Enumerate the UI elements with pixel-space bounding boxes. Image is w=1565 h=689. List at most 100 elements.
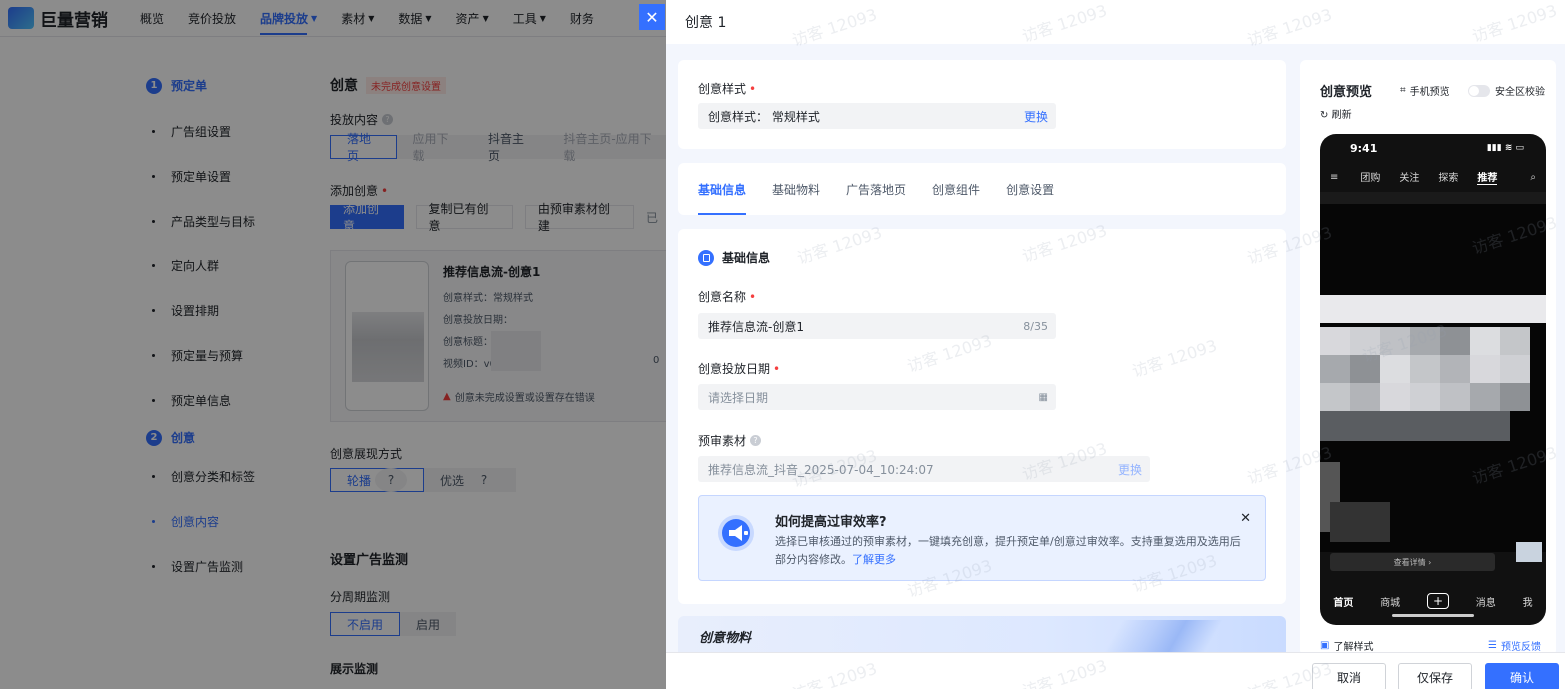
materials-title: 创意物料 [699, 631, 752, 646]
basic-info-panel: 基础信息 创意名称 • 推荐信息流-创意1 8/35 创意投放日期 • 请选择日期 … [678, 229, 1286, 604]
menu-icon: ≡ [1330, 171, 1339, 183]
change-material-link[interactable]: 更换 [1118, 461, 1142, 478]
mosaic-block [1500, 383, 1530, 411]
view-detail-button[interactable]: 查看详情 › [1330, 553, 1495, 571]
drawer-tab[interactable]: 广告落地页 [838, 163, 914, 215]
cancel-button[interactable]: 取消 [1312, 663, 1386, 689]
home-indicator [1392, 614, 1474, 617]
mosaic-block [1320, 411, 1510, 441]
phone-nav-item[interactable]: 消息 [1476, 594, 1496, 609]
drawer-tab[interactable]: 创意设置 [998, 163, 1062, 215]
mosaic-block [1440, 383, 1470, 411]
decoration [1086, 620, 1246, 656]
phone-bottom-nav: 首页 商城 + 消息 我 [1320, 584, 1546, 618]
mosaic-block [1320, 327, 1350, 355]
date-placeholder: 请选择日期 [708, 390, 769, 405]
style-label: 创意样式 • [698, 81, 757, 97]
phone-tab[interactable]: 推荐 [1477, 169, 1498, 185]
close-icon: ✕ [645, 7, 659, 27]
drawer-tab[interactable]: 基础物料 [764, 163, 828, 215]
material-value: 推荐信息流_抖音_2025-07-04_10:24:07 [708, 462, 934, 477]
calendar-icon: ▦ [1038, 391, 1048, 403]
learn-more-link[interactable]: 了解更多 [852, 553, 896, 566]
toggle-switch[interactable] [1468, 84, 1490, 97]
date-picker[interactable]: 请选择日期 ▦ [698, 384, 1056, 410]
mosaic-block [1516, 542, 1542, 562]
mosaic-block [1410, 355, 1440, 383]
phone-preview: 9:41 ▮▮▮ ≋ ▭ ≡ 团购 关注 探索 推荐 ⌕ 查看详情 › 首页 商城 + 消息… [1320, 134, 1546, 625]
mosaic-block [1380, 383, 1410, 411]
date-label-text: 创意投放日期 [698, 362, 771, 376]
mobile-preview-button[interactable]: ⌗ 手机预览 [1400, 83, 1450, 98]
preview-title: 创意预览 [1320, 85, 1373, 100]
app-root: 巨量营销 概览 竞价投放 品牌投放 ▼ 素材 ▼ 数据 ▼ 资产 ▼ 工具 ▼ 财务 1 预定单 广告组… [0, 0, 1565, 689]
name-label-text: 创意名称 [698, 290, 747, 304]
style-field[interactable]: 创意样式： 常规样式 更换 [698, 103, 1056, 129]
phone-tab[interactable]: 团购 [1360, 169, 1380, 185]
learn-style-label: 了解样式 [1333, 642, 1374, 653]
mosaic-block [1440, 327, 1470, 355]
refresh-icon: ↻ [1320, 110, 1329, 121]
material-label: 预审素材 ? [698, 432, 762, 449]
document-icon [698, 249, 714, 266]
preview-panel: 创意预览 ⌗ 手机预览 安全区校验 ↻ 刷新 9:41 ▮▮▮ ≋ ▭ ≡ 团购… [1300, 60, 1556, 656]
materials-header: 创意物料 [678, 616, 1286, 656]
tip-close-button[interactable]: ✕ [1240, 511, 1251, 526]
name-label: 创意名称 • [698, 289, 757, 305]
qr-icon: ⌗ [1400, 85, 1406, 96]
material-field[interactable]: 推荐信息流_抖音_2025-07-04_10:24:07 更换 [698, 456, 1150, 482]
close-drawer-button[interactable]: ✕ [639, 4, 665, 30]
phone-nav-item[interactable]: 首页 [1333, 594, 1353, 609]
mosaic-block [1500, 327, 1530, 355]
mosaic-block [1500, 355, 1530, 383]
phone-nav-item[interactable]: 商城 [1380, 594, 1400, 609]
feedback-icon: ☰ [1488, 640, 1497, 651]
phone-nav-item[interactable]: 我 [1523, 594, 1533, 609]
phone-tab[interactable]: 探索 [1438, 169, 1458, 185]
feedback-link[interactable]: ☰ 预览反馈 [1488, 638, 1541, 653]
learn-style-link[interactable]: ▣ 了解样式 [1320, 638, 1373, 653]
feedback-label: 预览反馈 [1500, 642, 1541, 653]
name-count: 8/35 [1023, 319, 1048, 333]
basic-info-heading: 基础信息 [698, 249, 770, 266]
drawer-tabs: 基础信息 基础物料 广告落地页 创意组件 创意设置 [690, 163, 1072, 215]
creative-drawer: 创意 1 创意样式 • 创意样式： 常规样式 更换 基础信息 基础物料 广告落地页 创意… [666, 0, 1565, 689]
drawer-tab[interactable]: 创意组件 [924, 163, 988, 215]
mosaic-block [1350, 327, 1380, 355]
modal-overlay[interactable] [0, 0, 666, 689]
phone-tabs: ≡ 团购 关注 探索 推荐 ⌕ [1320, 164, 1546, 190]
name-input[interactable]: 推荐信息流-创意1 8/35 [698, 313, 1056, 339]
save-only-button[interactable]: 仅保存 [1398, 663, 1472, 689]
mosaic-block [1470, 355, 1500, 383]
mosaic-block [1320, 192, 1546, 204]
refresh-button[interactable]: ↻ 刷新 [1320, 106, 1352, 121]
mosaic-block [1330, 502, 1390, 542]
phone-tab-list: 团购 关注 探索 推荐 [1360, 169, 1516, 185]
mosaic-block [1380, 355, 1410, 383]
close-icon: ✕ [1240, 511, 1251, 526]
drawer-tab[interactable]: 基础信息 [690, 163, 754, 215]
mosaic-block [1470, 383, 1500, 411]
change-style-link[interactable]: 更换 [1024, 108, 1048, 125]
basic-info-heading-text: 基础信息 [722, 251, 771, 265]
mosaic-block [1320, 295, 1546, 323]
refresh-label: 刷新 [1331, 110, 1352, 121]
help-icon[interactable]: ? [750, 435, 762, 446]
mosaic-block [1410, 383, 1440, 411]
book-icon: ▣ [1320, 640, 1330, 651]
efficiency-tip: 如何提高过审效率? 选择已审核通过的预审素材，一键填充创意，提升预定单/创意过审… [698, 495, 1266, 581]
mobile-preview-label: 手机预览 [1409, 87, 1450, 98]
style-value: 创意样式： 常规样式 [708, 109, 820, 124]
confirm-button[interactable]: 确认 [1485, 663, 1559, 689]
mosaic-block [1350, 383, 1380, 411]
phone-tab[interactable]: 关注 [1399, 169, 1419, 185]
search-icon: ⌕ [1530, 171, 1536, 183]
tip-text: 选择已审核通过的预审素材，一键填充创意，提升预定单/创意过审效率。支持重复选用及… [775, 535, 1241, 566]
material-label-text: 预审素材 [698, 434, 747, 448]
safe-zone-toggle[interactable]: 安全区校验 [1468, 83, 1545, 98]
mosaic-block [1470, 327, 1500, 355]
drawer-title: 创意 1 [666, 0, 1565, 44]
phone-time: 9:41 [1350, 141, 1378, 155]
video-area [1320, 192, 1546, 562]
plus-icon[interactable]: + [1426, 593, 1449, 609]
